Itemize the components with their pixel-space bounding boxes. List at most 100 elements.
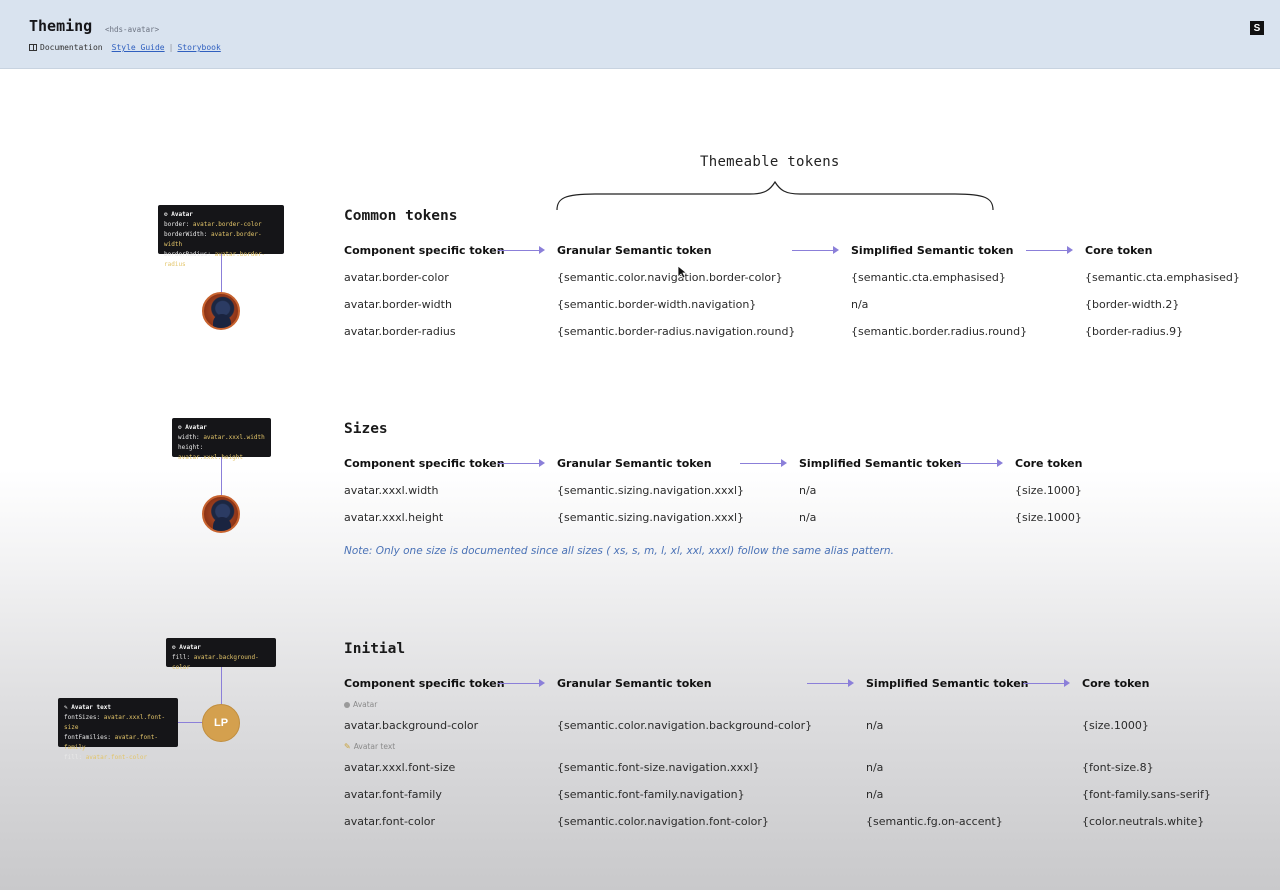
code-box-title: Avatar [171,211,193,218]
code-box-title: Avatar text [71,704,111,711]
table-cell: {semantic.font-size.navigation.xxxl} [557,761,760,774]
col-simplified: Simplified Semantic token [851,244,1014,257]
link-separator: | [168,43,174,52]
table-cell: {font-family.sans-serif} [1082,788,1211,801]
mouse-cursor-icon [677,265,687,279]
table-cell: {semantic.font-family.navigation} [557,788,745,801]
table-cell: {semantic.cta.emphasised} [851,271,1006,284]
curly-brace-icon [556,180,994,211]
table-cell: avatar.font-family [344,788,442,801]
table-cell: n/a [799,484,817,497]
connector-line [221,457,222,495]
table-cell: {semantic.cta.emphasised} [1085,271,1240,284]
style-guide-link[interactable]: Style Guide [112,43,165,52]
table-cell: n/a [799,511,817,524]
group-label-text: Avatar [353,700,378,709]
code-value: avatar.font-color [85,754,148,761]
table-cell: {semantic.border.radius.round} [851,325,1028,338]
code-value: avatar.border-color [192,221,262,228]
connector-line [221,667,222,704]
group-label-avatar: Avatar [344,700,377,709]
code-value: avatar.xxxl.height [178,454,244,461]
avatar-photo-preview [202,495,240,533]
table-cell: avatar.border-width [344,298,452,311]
col-granular: Granular Semantic token [557,244,712,257]
code-key: border: [164,221,190,228]
connector-line [221,254,222,292]
arrow-icon [792,246,839,254]
avatar-size-code-box: ⚙ Avatar width: avatar.xxxl.width height… [172,418,271,461]
sizes-note: Note: Only one size is documented since … [344,545,894,557]
avatar-initial-code-box: ⚙ Avatar fill: avatar.background-color [166,638,276,671]
arrow-icon [498,459,545,467]
table-cell: avatar.xxxl.height [344,511,444,524]
code-key: fontSizes: [64,714,101,721]
table-cell: avatar.xxxl.font-size [344,761,456,774]
table-cell: {semantic.color.navigation.background-co… [557,719,813,732]
table-cell: n/a [851,298,869,311]
table-cell: {semantic.fg.on-accent} [866,815,1003,828]
avatar-photo-preview [202,292,240,330]
component-icon [344,701,350,708]
page-header: Theming <hds-avatar> Documentation Style… [0,0,1280,69]
code-box-title: Avatar [179,644,201,651]
table-cell: n/a [866,788,884,801]
code-key: borderRadius: [164,251,211,258]
avatar-initial-preview: LP [202,704,240,742]
documentation-label: Documentation [40,43,103,52]
col-granular: Granular Semantic token [557,457,712,470]
col-component: Component specific token [344,244,505,257]
arrow-icon [1026,246,1073,254]
table-cell: n/a [866,761,884,774]
table-cell: avatar.border-radius [344,325,456,338]
code-box-title: Avatar [185,424,207,431]
code-key: height: [178,444,204,451]
arrow-icon [956,459,1003,467]
code-key: fill: [172,654,191,661]
avatar-code-box: ⚙ Avatar border: avatar.border-color bor… [158,205,284,268]
table-cell: {size.1000} [1015,484,1082,497]
book-icon [29,44,37,51]
storybook-link[interactable]: Storybook [177,43,220,52]
header-links: Documentation Style Guide | Storybook [29,43,221,52]
code-key: fontFamilies: [64,734,111,741]
code-key: width: [178,434,200,441]
table-cell: {font-size.8} [1082,761,1154,774]
table-cell: {semantic.color.navigation.font-color} [557,815,769,828]
table-cell: avatar.border-color [344,271,449,284]
table-cell: avatar.font-color [344,815,435,828]
initial-title: Initial [344,641,406,657]
table-cell: {size.1000} [1082,719,1149,732]
table-cell: {border-width.2} [1085,298,1180,311]
col-granular: Granular Semantic token [557,677,712,690]
table-cell: {color.neutrals.white} [1082,815,1205,828]
group-label-text: Avatar text [353,742,396,751]
table-cell: n/a [866,719,884,732]
col-component: Component specific token [344,677,505,690]
arrow-icon [740,459,787,467]
connector-line [178,722,202,723]
sizes-title: Sizes [344,421,388,437]
avatar-text-code-box: ✎ Avatar text fontSizes: avatar.xxxl.fon… [58,698,178,761]
col-core: Core token [1015,457,1083,470]
component-tag: <hds-avatar> [105,25,160,34]
table-cell: avatar.xxxl.width [344,484,439,497]
themeable-tokens-label: Themeable tokens [700,154,840,170]
arrow-icon [1023,679,1070,687]
col-simplified: Simplified Semantic token [799,457,962,470]
s-logo-icon[interactable]: S [1250,21,1264,35]
code-value: avatar.xxxl.width [203,434,265,441]
arrow-icon [498,246,545,254]
col-core: Core token [1085,244,1153,257]
common-tokens-title: Common tokens [344,208,458,224]
arrow-icon [498,679,545,687]
col-core: Core token [1082,677,1150,690]
table-cell: {border-radius.9} [1085,325,1184,338]
code-key: fill: [64,754,83,761]
table-cell: {semantic.color.navigation.border-color} [557,271,783,284]
code-key: borderWidth: [164,231,208,238]
page-title: Theming [29,17,93,35]
arrow-icon [807,679,854,687]
table-cell: {semantic.sizing.navigation.xxxl} [557,511,745,524]
group-label-avatar-text: ✎ Avatar text [344,742,395,751]
